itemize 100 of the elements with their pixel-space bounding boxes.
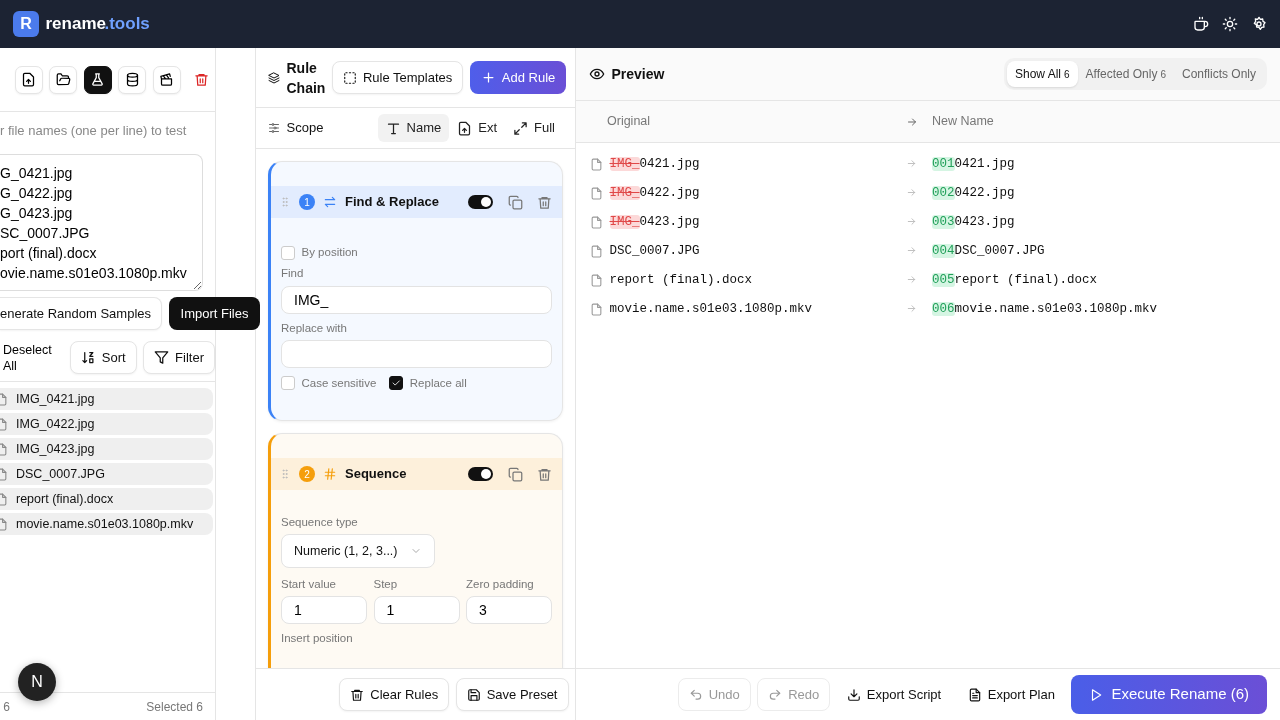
file-icon <box>590 273 603 287</box>
new-name: 0010421.jpg <box>932 155 1015 173</box>
rule-toggle[interactable] <box>468 467 493 481</box>
sort-button[interactable]: Sort <box>69 340 137 375</box>
rule-title: Find & Replace <box>345 193 439 212</box>
generate-samples-button[interactable]: enerate Random Samples <box>0 297 163 330</box>
find-field[interactable]: IMG_ <box>281 285 552 314</box>
field-label: Insert position <box>281 631 354 647</box>
sample-names-field[interactable]: G_0421.jpg G_0422.jpg G_0423.jpg SC_0007.JPG port (final).docx ovie.name.s01e03.1080p.mkv <box>0 153 203 291</box>
duplicate-button[interactable] <box>507 466 523 482</box>
file-count: 6 <box>3 698 10 716</box>
clapperboard-icon <box>159 72 175 87</box>
file-upload-button[interactable] <box>15 65 43 94</box>
new-name: 004DSC_0007.JPG <box>932 242 1045 260</box>
arrow-right-icon <box>906 157 917 169</box>
plus-icon <box>480 70 496 85</box>
copy-icon <box>507 466 523 482</box>
checkbox-label: By position <box>301 245 358 260</box>
hint-text: r file names (one per line) to test <box>0 122 188 140</box>
coffee-cup-button[interactable] <box>1193 16 1209 32</box>
sun-button[interactable] <box>1222 16 1238 32</box>
new-name: 0030423.jpg <box>932 213 1015 231</box>
file-list-item[interactable]: IMG_0422.jpg <box>0 413 213 435</box>
file-list-item[interactable]: DSC_0007.JPG <box>0 463 213 485</box>
brand-suffix: .tools <box>104 13 150 36</box>
file-list-item[interactable]: movie.name.s01e03.1080p.mkv <box>0 513 213 535</box>
number-field[interactable]: 3 <box>466 595 552 624</box>
trash-icon <box>537 194 552 210</box>
save-preset-button[interactable]: Save Preset <box>455 677 569 712</box>
save-icon <box>466 687 481 702</box>
folder-button[interactable] <box>49 65 78 94</box>
import-files-button[interactable]: Import Files <box>168 297 261 330</box>
trash-icon <box>350 687 365 702</box>
sliders-icon <box>268 122 280 134</box>
filter-button[interactable]: Filter <box>143 340 215 375</box>
field-label: Zero padding <box>466 576 535 592</box>
scope-label: Scope <box>286 119 324 138</box>
file-list-item[interactable]: IMG_0423.jpg <box>0 438 213 460</box>
file-list-item[interactable]: report (final).docx <box>0 488 213 510</box>
original-name: IMG_0423.jpg <box>609 213 700 231</box>
rule-templates-button[interactable]: Rule Templates <box>331 60 464 95</box>
preview-title: Preview <box>611 64 665 84</box>
database-button[interactable] <box>118 65 147 94</box>
deselect-all-button[interactable]: Deselect All <box>3 341 64 374</box>
dev-badge[interactable]: N <box>18 663 56 701</box>
field-label: Start value <box>281 576 337 592</box>
trash-icon <box>537 466 552 482</box>
arrow-right-icon <box>906 115 918 128</box>
checkbox-label: Case sensitive <box>301 375 377 391</box>
rule-title: Sequence <box>345 465 407 484</box>
scope-tab[interactable]: Ext <box>449 114 506 142</box>
check-icon <box>391 378 402 389</box>
delete-rule-button[interactable] <box>537 466 552 482</box>
add-rule-button[interactable]: Add Rule <box>469 60 567 95</box>
duplicate-button[interactable] <box>507 194 523 210</box>
clapperboard-button[interactable] <box>152 65 181 94</box>
file-upload-icon <box>457 120 473 136</box>
filter-tab[interactable]: Show All 6 <box>1007 61 1078 87</box>
filter-tab[interactable]: Affected Only 6 <box>1077 61 1174 87</box>
file-icon <box>590 302 603 316</box>
arrow-right-icon <box>906 186 917 198</box>
delete-rule-button[interactable] <box>537 194 552 210</box>
arrow-right-icon <box>906 215 917 227</box>
filter-tab[interactable]: Conflicts Only <box>1173 61 1264 87</box>
undo-icon <box>688 687 703 702</box>
execute-rename-button[interactable]: Execute Rename (6) <box>1071 675 1267 714</box>
database-icon <box>124 72 140 87</box>
sequence-type-select[interactable]: Numeric (1, 2, 3...) <box>281 534 435 569</box>
layers-icon <box>268 71 280 84</box>
number-field[interactable]: 1 <box>373 595 460 624</box>
settings-button[interactable] <box>1251 16 1267 32</box>
arrow-right-icon <box>906 273 917 285</box>
flask-button[interactable] <box>83 65 112 94</box>
file-icon <box>590 215 603 229</box>
rule-chain-title: Rule Chain <box>286 58 326 98</box>
export-plan-button[interactable]: Export Plan <box>957 678 1065 711</box>
brand-name: rename <box>45 13 106 36</box>
field-label: Step <box>373 576 399 592</box>
scope-tab[interactable]: Full <box>505 114 563 142</box>
new-name: 006movie.name.s01e03.1080p.mkv <box>932 300 1158 318</box>
rule-toggle[interactable] <box>468 195 493 209</box>
drag-handle-icon <box>279 196 291 208</box>
hash-icon <box>323 467 337 481</box>
checkbox-label: Replace all <box>409 375 467 391</box>
number-field[interactable]: 1 <box>281 595 367 624</box>
replace-field[interactable] <box>281 340 552 369</box>
export-script-button[interactable]: Export Script <box>836 678 952 711</box>
checkbox[interactable] <box>389 376 404 391</box>
original-name: report (final).docx <box>609 271 753 289</box>
file-icon <box>590 157 603 171</box>
text-icon <box>385 120 401 136</box>
column-header: New Name <box>932 113 994 131</box>
clear-rules-button[interactable]: Clear Rules <box>339 677 450 712</box>
rule-number: 1 <box>299 194 315 210</box>
original-name: IMG_0422.jpg <box>609 184 700 202</box>
drag-handle-icon <box>279 468 291 480</box>
new-name: 005report (final).docx <box>932 271 1098 289</box>
filter-icon <box>154 350 170 365</box>
scope-tab[interactable]: Name <box>377 114 450 142</box>
file-list-item[interactable]: IMG_0421.jpg <box>0 388 213 410</box>
